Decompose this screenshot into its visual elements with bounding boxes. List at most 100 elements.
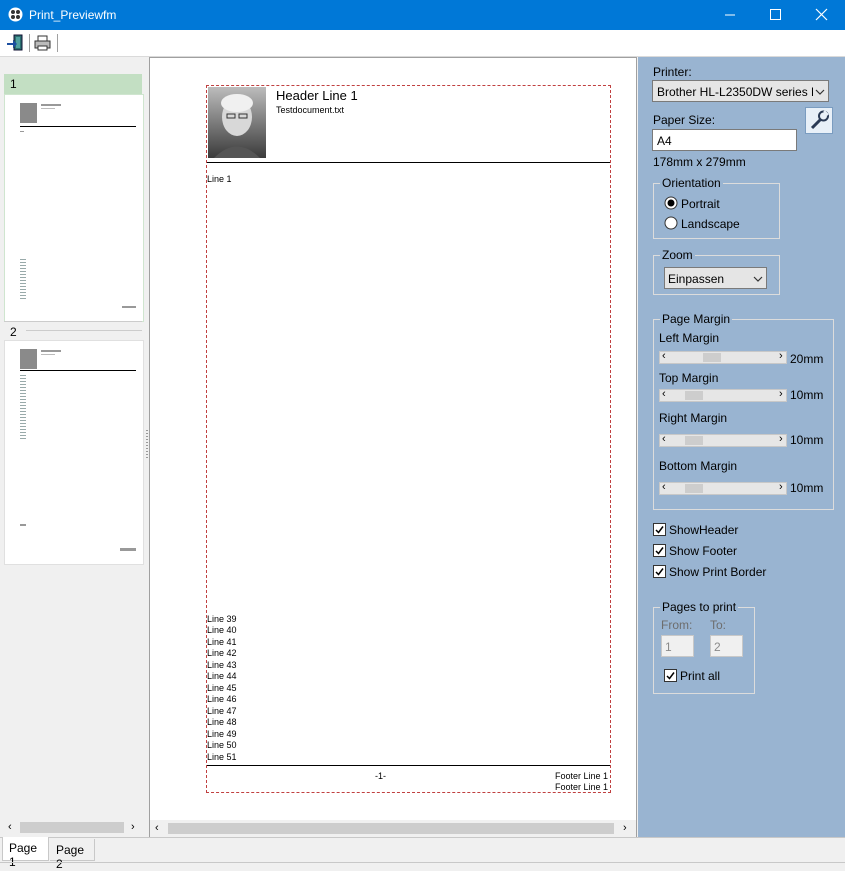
thumbnail-scrollbar[interactable]: ‹ ›	[4, 819, 142, 836]
show-footer-checkbox[interactable]	[653, 544, 666, 557]
app-icon	[8, 7, 23, 22]
to-label: To:	[710, 618, 727, 632]
right-margin-label: Right Margin	[659, 411, 728, 425]
tab-label: Page 2	[56, 843, 85, 871]
close-button[interactable]	[799, 0, 845, 30]
top-margin-slider[interactable]: ‹ ›	[659, 388, 787, 402]
print-all-label[interactable]: Print all	[680, 669, 720, 683]
scroll-thumb[interactable]	[168, 823, 614, 834]
top-margin-value: 10mm	[790, 388, 824, 402]
toolbar	[0, 30, 845, 57]
bottom-margin-slider[interactable]: ‹ ›	[659, 481, 787, 495]
zoom-select[interactable]: Einpassen	[664, 267, 767, 289]
pages-to-print-group: Pages to print From: To: 1 2 Print all	[653, 600, 755, 694]
scroll-left-icon[interactable]: ‹	[155, 822, 159, 834]
from-value: 1	[665, 640, 672, 654]
wrench-icon	[808, 109, 830, 134]
page-margin-label: Page Margin	[660, 312, 733, 326]
header-line: Header Line 1	[276, 88, 358, 103]
scroll-left-icon[interactable]: ‹	[8, 821, 12, 833]
thumbnail-page-1[interactable]	[4, 94, 144, 322]
thumbnail-page-2[interactable]	[4, 340, 144, 565]
show-print-border-label[interactable]: Show Print Border	[669, 565, 766, 579]
show-print-border-checkbox[interactable]	[653, 565, 666, 578]
window-title: Print_Previewfm	[29, 8, 117, 22]
chevron-down-icon	[813, 85, 827, 99]
slider-thumb[interactable]	[685, 391, 703, 400]
tab-page-1[interactable]: Page 1	[2, 837, 49, 869]
scroll-right-icon[interactable]: ›	[623, 822, 627, 834]
printer-settings-button[interactable]	[805, 107, 833, 134]
body-line: Line 41	[207, 637, 237, 647]
scroll-right-icon[interactable]: ›	[779, 350, 783, 362]
exit-icon[interactable]	[5, 33, 25, 53]
thumbnail-panel[interactable]: 1 2 ‹ ›	[0, 57, 145, 837]
slider-thumb[interactable]	[685, 484, 703, 493]
preview-scrollbar[interactable]: ‹ ›	[150, 820, 636, 837]
scroll-right-icon[interactable]: ›	[131, 821, 135, 833]
print-all-checkbox[interactable]	[664, 669, 677, 682]
paper-size-field[interactable]: A4	[652, 129, 797, 151]
landscape-label[interactable]: Landscape	[681, 217, 740, 231]
paper-size-label: Paper Size:	[653, 113, 716, 127]
slider-thumb[interactable]	[703, 353, 721, 362]
paper-dimensions: 178mm x 279mm	[653, 155, 746, 169]
tab-page-2[interactable]: Page 2	[50, 839, 95, 871]
zoom-group: Zoom Einpassen	[653, 248, 780, 295]
right-margin-value: 10mm	[790, 433, 824, 447]
thumbnail-header-2[interactable]: 2	[4, 321, 142, 340]
toolbar-separator	[29, 34, 30, 52]
portrait-radio[interactable]	[664, 196, 678, 210]
scroll-left-icon[interactable]: ‹	[662, 481, 666, 493]
page-tabs: Page 1 Page 2	[0, 837, 845, 871]
slider-thumb[interactable]	[685, 436, 703, 445]
page-number: -1-	[375, 771, 386, 781]
body-line: Line 39	[207, 614, 237, 624]
from-field[interactable]: 1	[661, 635, 694, 657]
tab-label: Page 1	[9, 841, 38, 869]
printer-icon[interactable]	[33, 33, 53, 53]
orientation-group: Orientation Portrait Landscape	[653, 176, 780, 239]
scroll-left-icon[interactable]: ‹	[662, 350, 666, 362]
show-footer-label[interactable]: Show Footer	[669, 544, 737, 558]
minimize-button[interactable]	[707, 0, 753, 30]
body-line: Line 44	[207, 671, 237, 681]
settings-panel: Printer: Brother HL-L2350DW series P Pap…	[638, 57, 845, 837]
to-value: 2	[714, 640, 721, 654]
scroll-left-icon[interactable]: ‹	[662, 433, 666, 445]
scroll-right-icon[interactable]: ›	[779, 481, 783, 493]
page-margin-group: Page Margin Left Margin ‹ › 20mm Top Mar…	[653, 312, 834, 510]
printer-value: Brother HL-L2350DW series P	[657, 85, 820, 99]
body-line: Line 47	[207, 706, 237, 716]
show-header-checkbox[interactable]	[653, 523, 666, 536]
to-field[interactable]: 2	[710, 635, 743, 657]
paper-size-value: A4	[657, 134, 672, 148]
top-margin-label: Top Margin	[659, 371, 719, 385]
scroll-left-icon[interactable]: ‹	[662, 388, 666, 400]
printer-select[interactable]: Brother HL-L2350DW series P	[652, 80, 829, 102]
header-rule	[207, 162, 610, 163]
body-line: Line 40	[207, 625, 237, 635]
printer-label: Printer:	[653, 65, 692, 79]
scroll-right-icon[interactable]: ›	[779, 388, 783, 400]
landscape-radio[interactable]	[664, 216, 678, 230]
splitter-grip[interactable]	[146, 430, 148, 460]
scroll-thumb[interactable]	[20, 822, 124, 833]
print-preview-area[interactable]: Header Line 1 Testdocument.txt Line 1 Li…	[149, 57, 637, 837]
scroll-right-icon[interactable]: ›	[779, 433, 783, 445]
footer-line: Footer Line 1	[555, 782, 609, 792]
left-margin-slider[interactable]: ‹ ›	[659, 350, 787, 364]
zoom-value: Einpassen	[668, 272, 725, 286]
portrait-label[interactable]: Portrait	[681, 197, 720, 211]
chevron-down-icon	[751, 272, 765, 286]
right-margin-slider[interactable]: ‹ ›	[659, 433, 787, 447]
body-line: Line 48	[207, 717, 237, 727]
bottom-margin-label: Bottom Margin	[659, 459, 738, 473]
thumbnail-header-1[interactable]: 1	[4, 74, 142, 94]
maximize-button[interactable]	[753, 0, 799, 30]
from-label: From:	[661, 618, 693, 632]
body-line: Line 43	[207, 660, 237, 670]
left-margin-label: Left Margin	[659, 331, 720, 345]
show-header-label[interactable]: ShowHeader	[669, 523, 738, 537]
orientation-label: Orientation	[660, 176, 723, 190]
